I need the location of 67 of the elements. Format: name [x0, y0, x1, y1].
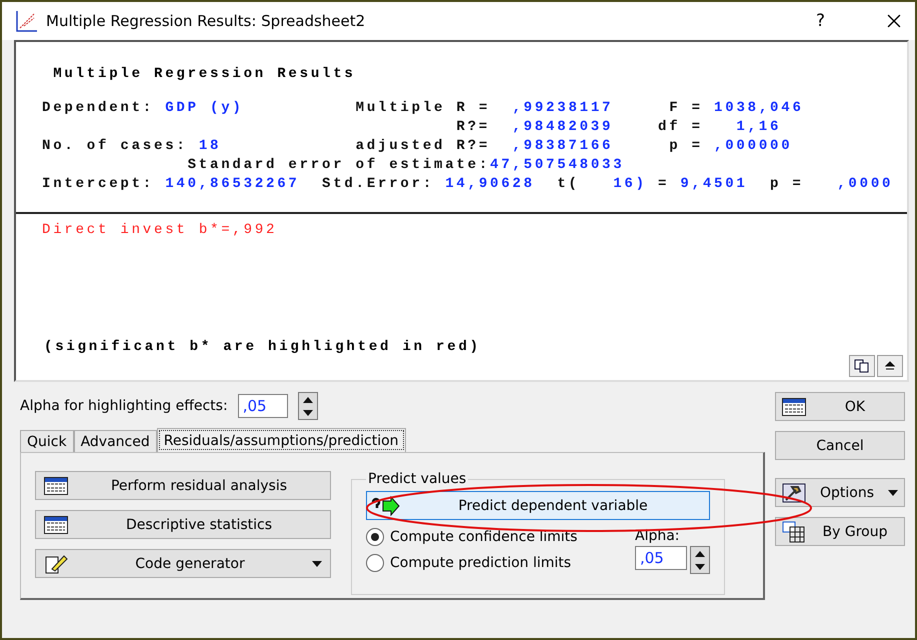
hammer-icon — [782, 482, 806, 502]
result-label: Intercept: — [42, 176, 154, 194]
table-icon — [782, 398, 806, 416]
radio-option[interactable]: Compute confidence limits — [366, 528, 635, 546]
alpha-label: Alpha: — [635, 528, 681, 544]
result-label: t( — [557, 176, 580, 194]
predict-button[interactable]: Predict dependent variable — [366, 491, 710, 520]
copy-icon — [854, 359, 870, 373]
tab[interactable]: Advanced — [74, 430, 157, 452]
side-button[interactable]: Options — [775, 478, 905, 507]
result-label: No. of cases: — [42, 138, 188, 156]
result-value: 1038,046 — [714, 100, 804, 118]
group-legend: Predict values — [366, 471, 468, 487]
result-label: F = — [669, 100, 703, 118]
help-button[interactable]: ? — [816, 11, 825, 31]
collapse-button[interactable] — [877, 355, 903, 377]
result-value: ,99238117 — [512, 100, 614, 118]
radio-option[interactable]: Compute prediction limits — [366, 554, 635, 572]
result-value: 18 — [198, 138, 222, 156]
result-value: 16) — [613, 176, 647, 194]
result-value: ,0000 — [837, 176, 894, 194]
table-icon — [44, 476, 68, 494]
pencil-note-icon — [44, 552, 68, 574]
result-value: 9,4501 — [680, 176, 748, 194]
grid-icon — [782, 520, 806, 542]
copy-button[interactable] — [849, 355, 875, 377]
result-value: 1,16 — [736, 119, 782, 137]
result-value: ,98482039 — [512, 119, 614, 137]
result-value: GDP (y) — [165, 100, 244, 118]
spin-buttons[interactable] — [690, 546, 710, 574]
results-title: Multiple Regression Results — [53, 66, 357, 82]
result-label: Std.Error: — [322, 176, 434, 194]
result-label: R?= — [456, 119, 490, 137]
table-icon — [44, 516, 68, 534]
result-label: Multiple R = — [356, 100, 490, 118]
side-button[interactable]: By Group — [775, 517, 905, 546]
side-button[interactable]: Cancel — [775, 431, 905, 460]
result-label: p = — [669, 138, 703, 156]
result-value: ,000000 — [714, 138, 792, 156]
alpha-label: Alpha for highlighting effects: — [20, 398, 228, 414]
result-label: df = — [658, 119, 703, 137]
spin-buttons[interactable] — [298, 392, 318, 420]
tab[interactable]: Residuals/assumptions/prediction — [156, 428, 406, 452]
side-button[interactable]: OK — [775, 392, 905, 421]
action-button[interactable]: Descriptive statistics — [35, 510, 331, 539]
result-value: ,98387166 — [512, 138, 614, 156]
alpha-field[interactable]: ,05 — [238, 394, 288, 418]
action-button[interactable]: Perform residual analysis — [35, 471, 331, 500]
result-label: Standard error of estimate: — [188, 157, 490, 175]
chart-icon — [16, 10, 38, 32]
result-label: p = — [770, 176, 804, 194]
window-title: Multiple Regression Results: Spreadsheet2 — [46, 12, 366, 30]
result-label: adjusted R?= — [356, 138, 490, 156]
arrow-up-icon — [885, 361, 895, 371]
caret-icon — [888, 490, 898, 496]
result-value: 140,86532267 — [165, 176, 300, 194]
note-text: (significant b* are highlighted in red) — [44, 339, 482, 355]
alpha-field[interactable]: ,05 — [635, 546, 687, 570]
effect-text: Direct invest b*=,992 — [42, 222, 278, 238]
result-value: 47,507548033 — [490, 157, 624, 175]
result-label: = — [658, 176, 670, 194]
result-value: 14,90628 — [445, 176, 535, 194]
arrow-icon — [371, 496, 401, 516]
caret-icon — [312, 560, 322, 566]
action-button[interactable]: Code generator — [35, 549, 331, 578]
tab[interactable]: Quick — [20, 430, 74, 452]
result-label: Dependent: — [42, 100, 154, 118]
